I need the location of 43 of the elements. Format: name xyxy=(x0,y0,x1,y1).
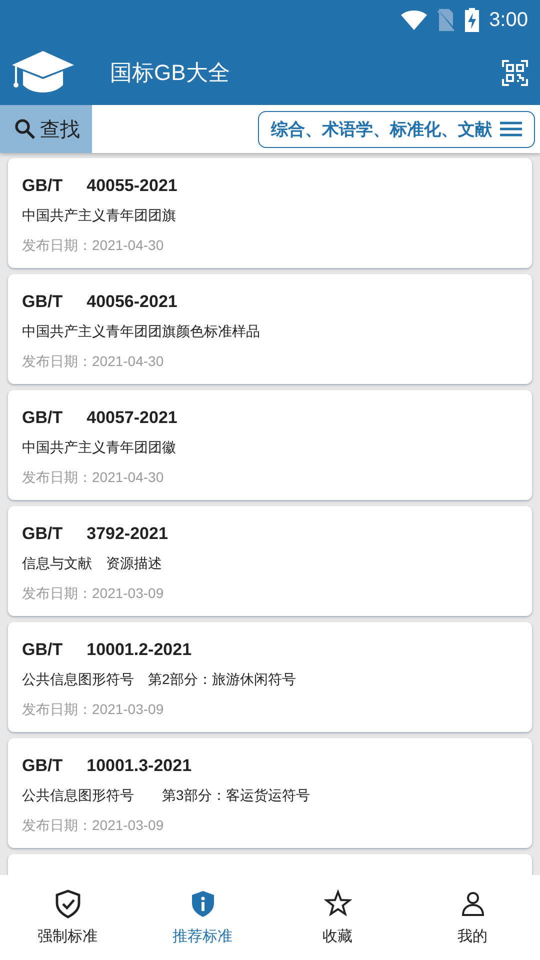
standard-number: 40055-2021 xyxy=(86,176,178,196)
qr-scan-icon[interactable] xyxy=(502,60,528,86)
battery-icon xyxy=(465,8,480,32)
app-title: 国标GB大全 xyxy=(110,58,231,86)
standard-number: 3792-2021 xyxy=(86,524,168,544)
category-filter-button[interactable]: 综合、术语学、标准化、文献 xyxy=(258,110,535,148)
standard-number: 10001.2-2021 xyxy=(86,640,192,660)
standard-title: 中国共产主义青年团团旗颜色标准样品 xyxy=(22,322,261,341)
standard-title: 中国共产主义青年团团徽 xyxy=(22,438,177,457)
standard-title: 中国共产主义青年团团旗 xyxy=(22,206,177,225)
standard-number: 40056-2021 xyxy=(86,292,178,312)
standard-prefix: GB/T xyxy=(22,640,63,660)
standard-card[interactable]: GB/T 10001.2-2021 公共信息图形符号 第2部分：旅游休闲符号 发布日期：2021-03-09 xyxy=(8,622,532,732)
standard-prefix: GB/T xyxy=(22,524,63,544)
standard-prefix: GB/T xyxy=(22,176,63,196)
standard-card[interactable]: GB/T 3792-2021 信息与文献 资源描述 发布日期：2021-03-09 xyxy=(8,506,532,616)
standard-card[interactable]: GB/T 10001.3-2021 公共信息图形符号 第3部分：客运货运符号 发布日期：2021-03-09 xyxy=(8,738,532,848)
standard-prefix: GB/T xyxy=(22,408,63,428)
search-button[interactable]: 查找 xyxy=(0,105,92,153)
publish-date: 发布日期：2021-03-09 xyxy=(22,816,165,835)
no-sim-icon xyxy=(437,9,456,31)
publish-date: 发布日期：2021-03-09 xyxy=(22,700,165,719)
standard-title: 公共信息图形符号 第3部分：客运货运符号 xyxy=(22,786,311,805)
publish-date: 发布日期：2021-04-30 xyxy=(22,468,165,487)
standard-title: 信息与文献 资源描述 xyxy=(22,554,163,573)
standard-card[interactable]: GB/T 40057-2021 中国共产主义青年团团徽 发布日期：2021-04-30 xyxy=(8,390,532,500)
standard-card[interactable]: GB/T 40056-2021 中国共产主义青年团团旗颜色标准样品 发布日期：2021-04-30 xyxy=(8,274,532,384)
standard-prefix: GB/T xyxy=(22,756,63,776)
standard-number: 10001.3-2021 xyxy=(86,756,192,776)
publish-date: 发布日期：2021-04-30 xyxy=(22,236,165,255)
publish-date: 发布日期：2021-04-30 xyxy=(22,352,165,371)
graduation-cap-icon xyxy=(12,50,74,94)
standard-card[interactable]: GB/T 40055-2021 中国共产主义青年团团旗 发布日期：2021-04-30 xyxy=(8,158,532,268)
search-icon xyxy=(14,118,36,140)
shield-check-icon xyxy=(54,889,82,919)
standard-title: 公共信息图形符号 第2部分：旅游休闲符号 xyxy=(22,670,297,689)
menu-icon xyxy=(500,121,522,137)
status-time: 3:00 xyxy=(489,8,528,32)
publish-date: 发布日期：2021-03-09 xyxy=(22,584,165,603)
wifi-icon xyxy=(401,10,428,30)
star-icon xyxy=(324,889,352,919)
standard-prefix: GB/T xyxy=(22,292,63,312)
standard-number: 40057-2021 xyxy=(86,408,178,428)
